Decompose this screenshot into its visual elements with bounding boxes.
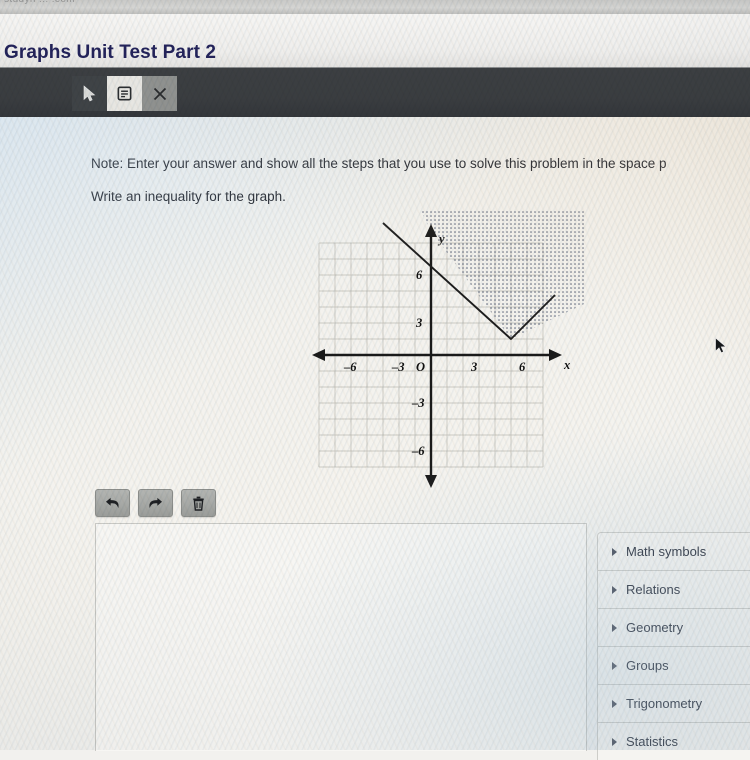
chevron-right-icon	[612, 623, 617, 632]
ytick-label: 3	[415, 316, 422, 330]
note-icon	[116, 85, 133, 102]
undo-arrow-icon	[104, 496, 121, 510]
pointer-tool-button[interactable]	[72, 76, 107, 111]
question-content-area: Note: Enter your answer and show all the…	[0, 117, 750, 760]
palette-item-groups[interactable]: Groups	[597, 646, 750, 684]
chevron-right-icon	[612, 661, 617, 670]
graph-shaded-region	[306, 211, 586, 339]
undo-button[interactable]	[95, 489, 130, 517]
close-icon	[152, 86, 168, 102]
editor-action-buttons	[95, 489, 216, 517]
palette-item-label: Geometry	[626, 620, 684, 635]
chevron-right-icon	[612, 737, 617, 746]
ytick-label: 6	[416, 268, 423, 282]
xtick-label: –6	[343, 360, 357, 374]
palette-item-math-symbols[interactable]: Math symbols	[597, 532, 750, 570]
cursor-arrow-icon	[82, 85, 97, 102]
delete-button[interactable]	[181, 489, 216, 517]
mouse-cursor	[714, 337, 728, 361]
answer-input-area[interactable]	[95, 523, 587, 751]
answer-note-text: Note: Enter your answer and show all the…	[91, 156, 667, 171]
palette-item-label: Math symbols	[626, 544, 707, 559]
xtick-label: –3	[391, 360, 405, 374]
graph-svg: –6 –3 3 6 6 3 –3 –6 O x y	[306, 211, 586, 488]
cursor-arrow-icon	[714, 337, 728, 360]
chevron-right-icon	[612, 547, 617, 556]
chevron-right-icon	[612, 585, 617, 594]
ytick-label: –6	[411, 444, 425, 458]
palette-item-trigonometry[interactable]: Trigonometry	[597, 684, 750, 722]
palette-item-label: Groups	[626, 658, 669, 673]
redo-arrow-icon	[147, 496, 164, 510]
palette-item-label: Trigonometry	[626, 696, 703, 711]
palette-item-label: Relations	[626, 582, 681, 597]
x-axis-label: x	[563, 358, 570, 372]
palette-item-statistics[interactable]: Statistics	[597, 722, 750, 760]
palette-item-label: Statistics	[626, 734, 679, 749]
page-title: Graphs Unit Test Part 2	[4, 42, 217, 63]
xtick-label: 3	[470, 360, 477, 374]
chevron-right-icon	[612, 699, 617, 708]
ytick-label: –3	[411, 396, 425, 410]
trash-icon	[192, 496, 205, 511]
origin-label: O	[416, 360, 425, 374]
annotation-toolbar	[0, 67, 750, 118]
question-prompt-text: Write an inequality for the graph.	[91, 189, 286, 204]
browser-chrome-strip: studyn ... .com	[0, 0, 750, 14]
palette-item-geometry[interactable]: Geometry	[597, 608, 750, 646]
palette-item-relations[interactable]: Relations	[597, 570, 750, 608]
title-band: Graphs Unit Test Part 2	[0, 14, 750, 67]
y-axis-label: y	[437, 232, 445, 246]
close-tool-button[interactable]	[142, 76, 177, 111]
redo-button[interactable]	[138, 489, 173, 517]
symbol-palette: Math symbols Relations Geometry Groups T…	[597, 532, 750, 760]
tool-button-group	[72, 76, 177, 111]
annotate-tool-button[interactable]	[107, 76, 142, 111]
coordinate-graph: –6 –3 3 6 6 3 –3 –6 O x y	[306, 211, 586, 496]
xtick-label: 6	[519, 360, 526, 374]
address-bar-text: studyn ... .com	[4, 0, 75, 5]
